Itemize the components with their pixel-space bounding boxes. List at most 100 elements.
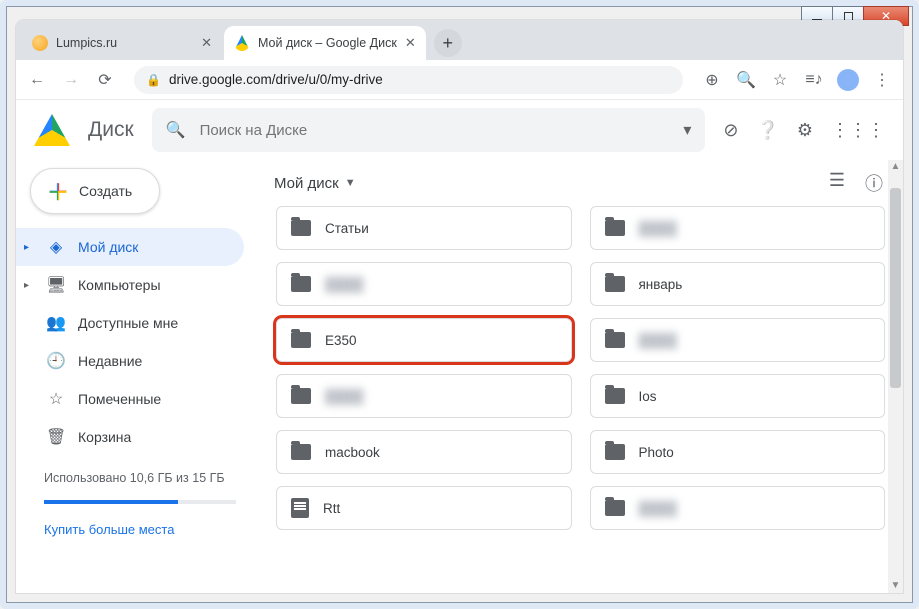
sidebar-item-label: Доступные мне <box>78 315 178 331</box>
plus-icon: ＋ <box>47 175 69 207</box>
folder-item[interactable]: Photo <box>590 430 886 474</box>
sidebar-item-recent[interactable]: 🕘 Недавние <box>16 342 244 380</box>
extensions-icon[interactable]: ≡♪ <box>803 71 825 89</box>
sidebar-item-label: Недавние <box>78 353 142 369</box>
folder-icon <box>605 500 625 516</box>
app-name: Диск <box>88 118 134 142</box>
folder-item[interactable]: ████ <box>276 262 572 306</box>
folder-item[interactable]: Rtt <box>276 486 572 530</box>
forward-button[interactable]: → <box>60 71 82 89</box>
menu-icon[interactable]: ⋮ <box>871 70 893 90</box>
folder-label: ████ <box>639 221 677 236</box>
folder-item[interactable]: Статьи <box>276 206 572 250</box>
install-icon[interactable]: ⊕ <box>701 70 723 90</box>
folder-label: ████ <box>325 277 363 292</box>
folder-label: Rtt <box>323 501 340 516</box>
browser-toolbar: ← → ⟳ 🔒 drive.google.com/drive/u/0/my-dr… <box>16 60 903 100</box>
chevron-down-icon[interactable]: ▼ <box>345 177 356 189</box>
sidebar-item-label: Мой диск <box>78 239 138 255</box>
back-button[interactable]: ← <box>26 71 48 89</box>
search-input[interactable] <box>200 122 670 139</box>
folder-icon <box>291 220 311 236</box>
tab-label: Lumpics.ru <box>56 36 117 50</box>
shared-icon: 👥 <box>46 313 66 333</box>
favicon-icon <box>234 35 250 51</box>
chevron-down-icon[interactable]: ▾ <box>683 120 691 140</box>
scroll-thumb[interactable] <box>890 188 901 388</box>
folder-item[interactable]: ████ <box>276 374 572 418</box>
sidebar-item-trash[interactable]: 🗑 Корзина <box>16 418 244 456</box>
scroll-down-icon[interactable]: ▼ <box>888 579 903 593</box>
tab-lumpics[interactable]: Lumpics.ru ✕ <box>22 26 222 60</box>
star-icon[interactable]: ☆ <box>769 70 791 90</box>
storage-text: Использовано 10,6 ГБ из 15 ГБ <box>16 456 254 492</box>
file-icon <box>291 498 309 518</box>
storage-meter <box>44 500 236 504</box>
computers-icon: 🖥 <box>46 275 66 295</box>
sidebar-item-starred[interactable]: ☆ Помеченные <box>16 380 244 418</box>
gear-icon[interactable]: ⚙ <box>797 120 813 141</box>
folder-label: E350 <box>325 333 357 348</box>
search-box[interactable]: 🔍 ▾ <box>152 108 706 152</box>
breadcrumb[interactable]: Мой диск ▼ ☰ ⓘ <box>254 160 903 206</box>
chevron-right-icon[interactable]: ▸ <box>24 280 34 291</box>
help-icon[interactable]: ❔ <box>756 120 778 141</box>
drive-logo-icon <box>34 114 70 146</box>
recent-icon: 🕘 <box>46 351 66 371</box>
folder-grid: Статьи ████ ████ январь E350 ████ ████ Ios macbo… <box>254 206 903 593</box>
address-bar[interactable]: 🔒 drive.google.com/drive/u/0/my-drive <box>134 66 683 94</box>
url-text: drive.google.com/drive/u/0/my-drive <box>169 72 383 87</box>
search-icon: 🔍 <box>166 120 186 140</box>
folder-item[interactable]: ████ <box>590 486 886 530</box>
sidebar-item-shared[interactable]: 👥 Доступные мне <box>16 304 244 342</box>
folder-item[interactable]: январь <box>590 262 886 306</box>
folder-item[interactable]: E350 <box>276 318 572 362</box>
chevron-right-icon[interactable]: ▸ <box>24 242 34 253</box>
browser-tabstrip: Lumpics.ru ✕ Мой диск – Google Диск ✕ + <box>16 20 903 60</box>
lock-icon: 🔒 <box>146 73 161 87</box>
folder-icon <box>291 388 311 404</box>
sidebar-item-label: Компьютеры <box>78 277 161 293</box>
drive-icon: ◈ <box>46 237 66 257</box>
profile-avatar[interactable] <box>837 69 859 91</box>
folder-item[interactable]: ████ <box>590 206 886 250</box>
folder-icon <box>605 332 625 348</box>
scroll-up-icon[interactable]: ▲ <box>888 160 903 174</box>
folder-icon <box>291 276 311 292</box>
folder-icon <box>605 220 625 236</box>
buy-storage-link[interactable]: Купить больше места <box>16 504 254 541</box>
folder-label: ████ <box>639 501 677 516</box>
close-icon[interactable]: ✕ <box>405 35 416 51</box>
folder-label: Статьи <box>325 221 369 236</box>
folder-item[interactable]: ████ <box>590 318 886 362</box>
folder-icon <box>605 444 625 460</box>
sidebar-item-computers[interactable]: ▸ 🖥 Компьютеры <box>16 266 244 304</box>
tab-label: Мой диск – Google Диск <box>258 36 397 50</box>
folder-icon <box>605 388 625 404</box>
folder-label: Photo <box>639 445 674 460</box>
sidebar-item-my-drive[interactable]: ▸ ◈ Мой диск <box>16 228 244 266</box>
breadcrumb-label: Мой диск <box>274 175 339 192</box>
folder-item[interactable]: macbook <box>276 430 572 474</box>
info-icon[interactable]: ⓘ <box>865 170 883 196</box>
reload-button[interactable]: ⟳ <box>94 70 116 90</box>
apps-grid-icon[interactable]: ⋮⋮⋮ <box>831 120 885 141</box>
zoom-icon[interactable]: 🔍 <box>735 70 757 90</box>
folder-label: macbook <box>325 445 380 460</box>
ready-offline-icon[interactable]: ⊘ <box>723 120 738 141</box>
app-header: Диск 🔍 ▾ ⊘ ❔ ⚙ ⋮⋮⋮ <box>16 100 903 160</box>
folder-label: ████ <box>639 333 677 348</box>
sidebar-item-label: Корзина <box>78 429 131 445</box>
close-icon[interactable]: ✕ <box>201 35 212 51</box>
tab-google-drive[interactable]: Мой диск – Google Диск ✕ <box>224 26 426 60</box>
folder-item[interactable]: Ios <box>590 374 886 418</box>
list-view-icon[interactable]: ☰ <box>829 170 845 196</box>
create-button[interactable]: ＋ Создать <box>30 168 160 214</box>
sidebar: ＋ Создать ▸ ◈ Мой диск ▸ 🖥 Компьютеры <box>16 160 254 593</box>
sidebar-item-label: Помеченные <box>78 391 161 407</box>
create-label: Создать <box>79 183 132 199</box>
trash-icon: 🗑 <box>46 427 66 447</box>
scrollbar[interactable]: ▲ ▼ <box>888 160 903 593</box>
new-tab-button[interactable]: + <box>434 29 462 57</box>
folder-label: Ios <box>639 389 657 404</box>
